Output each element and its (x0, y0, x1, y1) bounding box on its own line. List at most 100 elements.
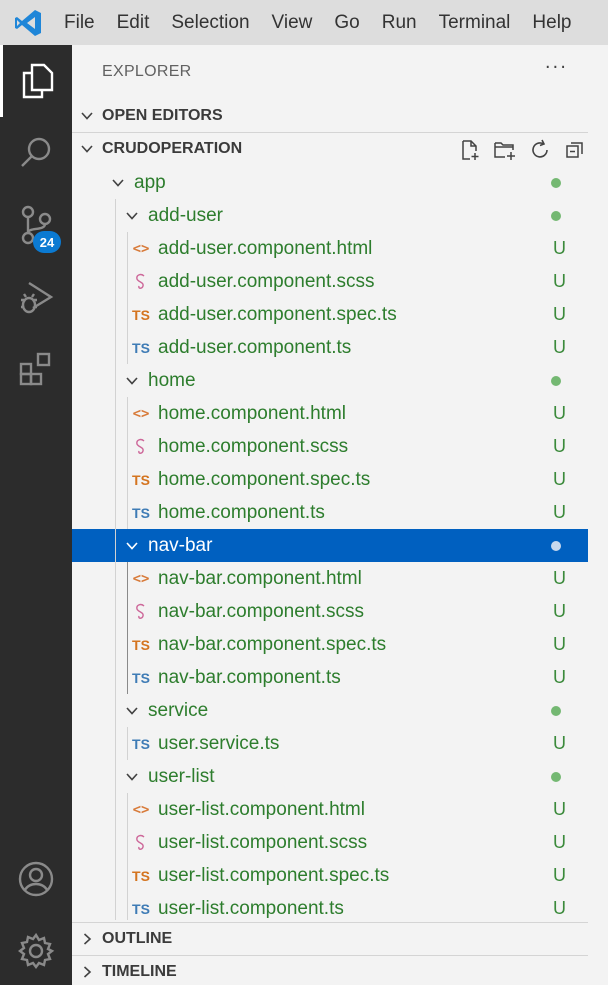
modified-dot-icon (551, 541, 561, 551)
tree-folder[interactable]: service (72, 694, 588, 727)
indent-guide (127, 793, 128, 920)
tree-item-label: app (134, 171, 166, 193)
source-control-icon[interactable]: 24 (0, 189, 72, 261)
indent-guide (115, 199, 116, 920)
untracked-status: U (553, 436, 566, 456)
tree-file[interactable]: nav-bar.component.scss U (72, 595, 588, 628)
menu-view[interactable]: View (261, 0, 324, 45)
extensions-icon[interactable] (0, 333, 72, 405)
source-control-badge: 24 (33, 231, 61, 253)
untracked-status: U (553, 271, 566, 291)
modified-dot-icon (551, 706, 561, 716)
indent-guide (127, 397, 128, 529)
untracked-status: U (553, 304, 566, 324)
tree-item-label: add-user.component.ts (158, 336, 352, 358)
html-file-icon: <> (132, 570, 150, 587)
html-file-icon: <> (132, 801, 150, 818)
tree-file[interactable]: <> user-list.component.html U (72, 793, 588, 826)
scss-file-icon (130, 826, 152, 859)
collapse-all-icon[interactable] (562, 137, 588, 163)
chevron-down-icon (122, 694, 142, 727)
tree-folder[interactable]: app (72, 166, 588, 199)
chevron-right-icon (72, 923, 102, 956)
untracked-status: U (553, 898, 566, 918)
chevron-down-icon (122, 760, 142, 793)
tree-file[interactable]: TS user.service.ts U (72, 727, 588, 760)
menu-edit[interactable]: Edit (106, 0, 161, 45)
menu-run[interactable]: Run (371, 0, 428, 45)
tree-file[interactable]: <> home.component.html U (72, 397, 588, 430)
run-debug-icon[interactable] (0, 261, 72, 333)
tree-file[interactable]: TS add-user.component.ts U (72, 331, 588, 364)
scrollbar[interactable] (588, 166, 608, 920)
untracked-status: U (553, 337, 566, 357)
tree-file[interactable]: <> nav-bar.component.html U (72, 562, 588, 595)
tree-file[interactable]: TS add-user.component.spec.ts U (72, 298, 588, 331)
tree-file[interactable]: <> add-user.component.html U (72, 232, 588, 265)
open-editors-label: OPEN EDITORS (102, 106, 223, 124)
ts-file-icon: TS (132, 504, 150, 521)
tree-item-label: home.component.spec.ts (158, 468, 371, 490)
tree-folder[interactable]: user-list (72, 760, 588, 793)
open-editors-section[interactable]: OPEN EDITORS (72, 99, 588, 132)
tree-item-label: user-list (148, 765, 215, 787)
tree-file[interactable]: TS user-list.component.ts U (72, 892, 588, 920)
vscode-logo-icon (0, 0, 56, 45)
scss-file-icon (130, 430, 152, 463)
tree-file[interactable]: TS nav-bar.component.ts U (72, 661, 588, 694)
untracked-status: U (553, 799, 566, 819)
menu-file[interactable]: File (56, 0, 106, 45)
menu-help[interactable]: Help (521, 0, 582, 45)
tree-file[interactable]: TS home.component.spec.ts U (72, 463, 588, 496)
html-file-icon: <> (132, 405, 150, 422)
tree-item-label: user.service.ts (158, 732, 280, 754)
tree-item-label: home.component.scss (158, 435, 349, 457)
tree-item-label: add-user.component.html (158, 237, 373, 259)
untracked-status: U (553, 502, 566, 522)
tree-file[interactable]: TS home.component.ts U (72, 496, 588, 529)
tree-file[interactable]: TS user-list.component.spec.ts U (72, 859, 588, 892)
account-icon[interactable] (0, 843, 72, 915)
tree-item-label: home (148, 369, 196, 391)
ts-spec-file-icon: TS (132, 636, 150, 653)
file-tree: app add-user <> add-user.component.html Uadd… (72, 166, 588, 920)
tree-file[interactable]: user-list.component.scss U (72, 826, 588, 859)
menu-terminal[interactable]: Terminal (428, 0, 522, 45)
tree-folder[interactable]: nav-bar (72, 529, 588, 562)
menu-go[interactable]: Go (323, 0, 370, 45)
ts-spec-file-icon: TS (132, 867, 150, 884)
tree-item-label: nav-bar.component.html (158, 567, 362, 589)
chevron-down-icon (122, 529, 142, 562)
tree-file[interactable]: home.component.scss U (72, 430, 588, 463)
indent-guide (127, 562, 128, 694)
more-actions-icon[interactable]: ··· (545, 57, 568, 78)
refresh-icon[interactable] (527, 137, 553, 163)
settings-gear-icon[interactable] (0, 915, 72, 985)
tree-folder[interactable]: home (72, 364, 588, 397)
menu-selection[interactable]: Selection (160, 0, 260, 45)
untracked-status: U (553, 238, 566, 258)
tree-file[interactable]: add-user.component.scss U (72, 265, 588, 298)
untracked-status: U (553, 634, 566, 654)
ts-spec-file-icon: TS (132, 306, 150, 323)
timeline-label: TIMELINE (102, 963, 177, 980)
modified-dot-icon (551, 178, 561, 188)
tree-item-label: service (148, 699, 209, 721)
chevron-down-icon (72, 133, 102, 166)
new-file-icon[interactable] (457, 137, 483, 163)
timeline-section[interactable]: TIMELINE (72, 955, 588, 985)
project-section[interactable]: CRUDOPERATION (72, 132, 588, 165)
tree-item-label: user-list.component.spec.ts (158, 864, 390, 886)
new-folder-icon[interactable] (492, 137, 518, 163)
tree-folder[interactable]: add-user (72, 199, 588, 232)
modified-dot-icon (551, 772, 561, 782)
explorer-icon[interactable] (0, 45, 72, 117)
ts-file-icon: TS (132, 735, 150, 752)
chevron-down-icon (108, 166, 128, 199)
outline-section[interactable]: OUTLINE (72, 922, 588, 955)
tree-file[interactable]: TS nav-bar.component.spec.ts U (72, 628, 588, 661)
explorer-sidebar: EXPLORER ··· OPEN EDITORS CRUDOPERATION (72, 45, 608, 985)
search-icon[interactable] (0, 117, 72, 189)
outline-label: OUTLINE (102, 930, 173, 947)
untracked-status: U (553, 469, 566, 489)
